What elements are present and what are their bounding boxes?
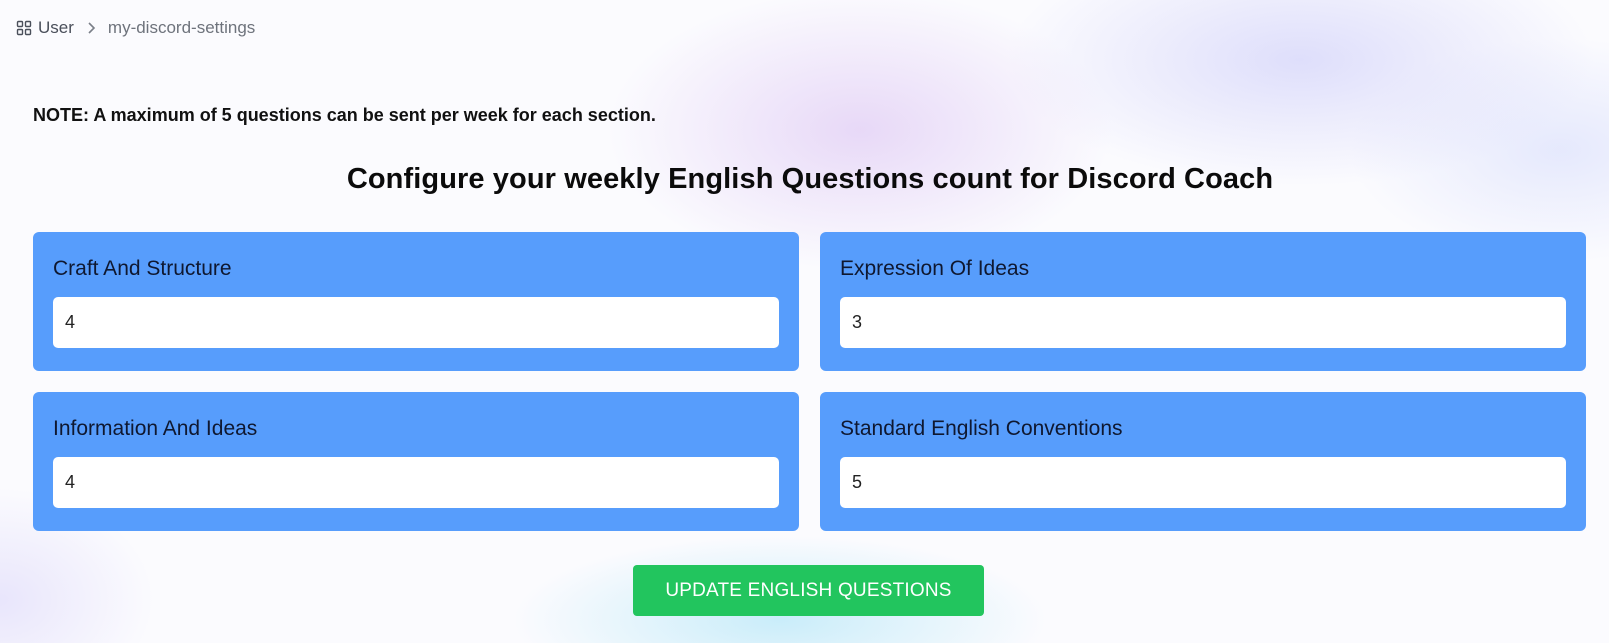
sections-grid: Craft And Structure Expression Of Ideas … [33,232,1588,531]
information-and-ideas-input[interactable] [53,457,779,508]
section-card-information-and-ideas: Information And Ideas [33,392,799,531]
standard-english-conventions-input[interactable] [840,457,1566,508]
update-english-questions-button[interactable]: UPDATE ENGLISH QUESTIONS [633,565,984,616]
breadcrumb-current: my-discord-settings [107,18,256,37]
section-label: Standard English Conventions [840,417,1123,440]
breadcrumb: User my-discord-settings [16,18,255,38]
expression-of-ideas-input[interactable] [840,297,1566,348]
page-title: Configure your weekly English Questions … [346,163,1274,195]
craft-and-structure-input[interactable] [53,297,779,348]
breadcrumb-user-link[interactable]: User [38,18,74,38]
section-label: Expression Of Ideas [840,257,1030,280]
section-label: Craft And Structure [53,257,232,280]
section-card-craft-and-structure: Craft And Structure [33,232,799,371]
grid-icon [16,20,32,36]
section-card-expression-of-ideas: Expression Of Ideas [820,232,1586,371]
max-questions-note: NOTE: A maximum of 5 questions can be se… [33,105,656,125]
chevron-right-icon [86,21,96,35]
discord-settings-page: User my-discord-settings NOTE: A maximum… [0,0,1609,643]
section-label: Information And Ideas [53,417,258,440]
section-card-standard-english-conventions: Standard English Conventions [820,392,1586,531]
